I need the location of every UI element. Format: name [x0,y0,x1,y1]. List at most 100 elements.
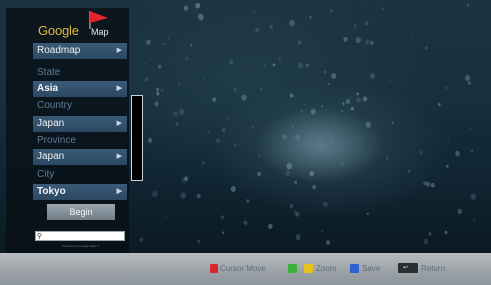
water-drop [444,230,448,235]
water-drop [391,121,394,125]
water-drop [228,59,234,65]
water-drop [231,233,233,236]
water-drop [331,73,337,79]
water-drop [143,62,146,65]
city-select[interactable]: Tokyo ▶ [33,184,127,200]
city-label: City [37,169,55,180]
water-drop [304,103,306,106]
water-drop [285,170,291,176]
water-drop [165,215,168,218]
water-drop [437,102,441,107]
water-drop [309,170,315,177]
water-drop [221,128,226,133]
water-drop [243,220,248,226]
water-drop [365,39,370,45]
water-drop [345,98,351,105]
water-drop [321,230,324,233]
state-value: Asia [37,83,59,94]
water-drop [309,16,312,19]
map-type-select[interactable]: Roadmap ▶ [33,43,127,59]
water-drop [282,134,287,140]
water-drop [386,157,389,160]
water-drop [175,122,179,126]
water-drop [268,223,273,230]
water-drop [289,19,295,27]
water-drop [178,82,180,85]
water-drop [300,109,304,113]
water-drop [260,88,263,90]
chevron-right-icon: ▶ [116,120,122,127]
state-select[interactable]: Asia ▶ [33,81,127,97]
water-drop [353,27,355,30]
water-drop [197,239,201,244]
water-drop [241,94,247,101]
water-drop [161,89,164,92]
water-drop [234,144,237,147]
water-drop [305,63,309,67]
flag-icon [89,11,108,29]
google-map-screen: Google Map Roadmap ▶ State Asia ▶ Countr… [0,0,491,285]
water-drop [179,108,185,115]
return-key-icon: ↩ [398,263,418,273]
water-drop [255,27,260,33]
water-drop [197,13,199,15]
water-drop [340,161,344,166]
water-drop [308,138,311,141]
water-drop [230,186,236,192]
chevron-right-icon: ▶ [116,188,122,195]
water-drop [323,70,327,74]
water-drop [470,149,474,153]
water-drop [263,63,266,67]
water-drop [350,106,354,111]
water-drop [343,36,348,42]
water-drop [310,108,316,115]
water-drop [276,72,278,74]
water-drop [184,176,189,181]
water-drop [423,238,429,244]
water-drop [349,96,352,99]
water-drop [221,231,225,235]
water-drop [445,86,448,90]
water-drop [294,134,300,141]
country-label: Country [37,100,73,111]
water-drop [428,232,432,236]
country-select[interactable]: Japan ▶ [33,116,127,132]
water-drop [353,23,357,28]
water-drop [147,137,153,143]
water-drop [297,40,302,45]
water-drop [382,7,384,10]
water-drop [327,83,330,86]
water-drop [294,180,298,184]
water-drop [144,77,149,82]
water-drop [356,97,362,103]
water-drop [292,125,294,128]
water-drop [203,77,205,79]
search-input[interactable]: ⚲ [35,231,125,241]
water-drop [258,155,260,158]
hint-cursor-move: Cursor Move [220,264,266,273]
water-drop [220,215,224,220]
water-drop [457,208,462,215]
water-drop [321,105,324,108]
water-drop [286,162,292,170]
water-drop [257,171,261,177]
logo-brand: Google [38,23,79,38]
province-select[interactable]: Japan ▶ [33,149,127,165]
chevron-right-icon: ▶ [116,85,122,92]
city-value: Tokyo [37,186,66,197]
water-drop [365,6,367,8]
water-drop [430,183,435,188]
water-drop [152,190,158,198]
green-key-icon [288,264,297,273]
water-drop [253,10,255,13]
list-scrollbar[interactable] [131,95,143,181]
water-drop [467,81,472,85]
water-drop [293,210,297,215]
water-drop [466,3,470,7]
water-drop [331,140,333,143]
water-drop [278,56,282,61]
water-drop [246,199,250,204]
begin-button[interactable]: Begin [47,204,115,220]
water-drop [167,38,170,41]
water-drop [252,126,254,129]
